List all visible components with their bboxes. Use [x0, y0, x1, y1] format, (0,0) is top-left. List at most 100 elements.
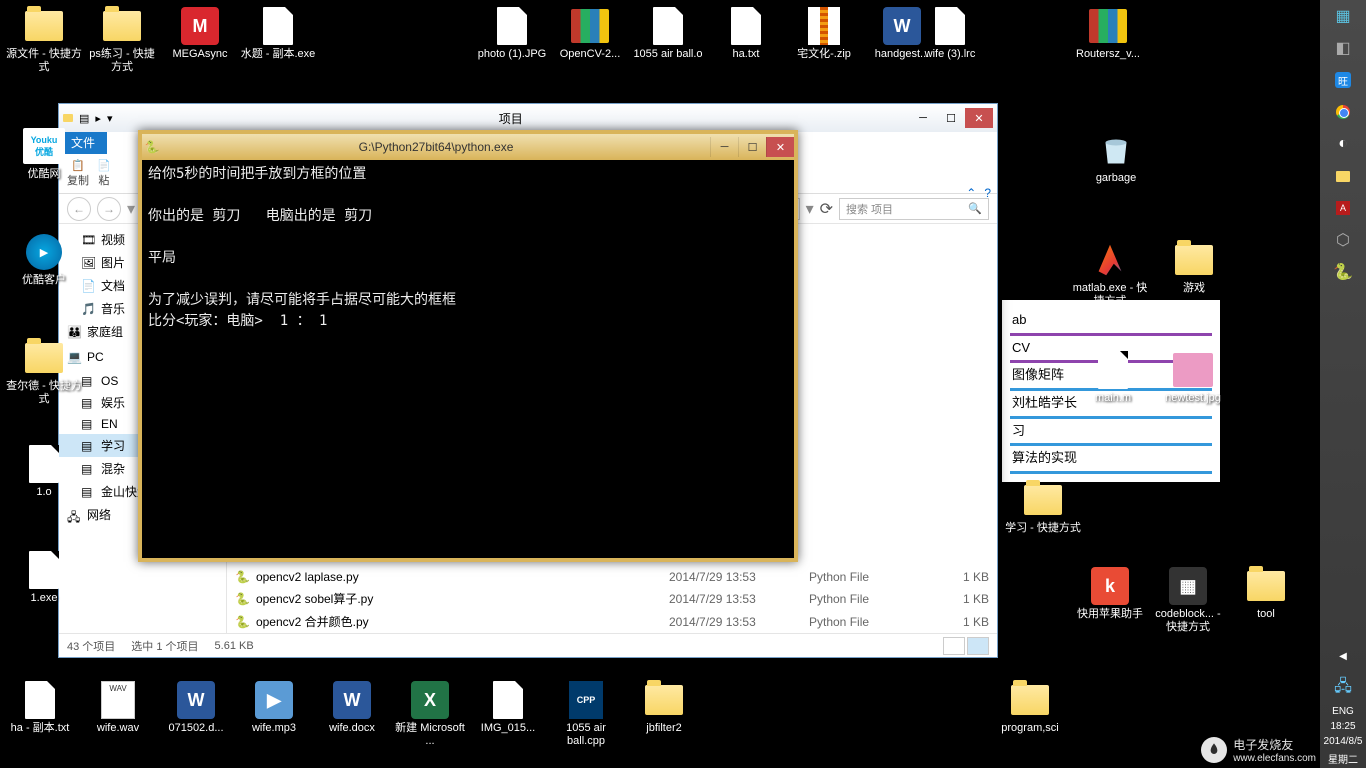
view-details-button[interactable]: [943, 637, 965, 655]
desktop-icon[interactable]: 源文件 - 快捷方式: [6, 6, 82, 74]
desktop-icon[interactable]: 水题 - 副本.exe: [240, 6, 316, 61]
tray-time[interactable]: 18:25: [1330, 719, 1355, 734]
explorer-statusbar: 43 个项目 选中 1 个项目 5.61 KB: [59, 633, 997, 657]
books-icon: [1089, 9, 1127, 43]
desktop-icon[interactable]: 查尔德 - 快捷方式: [6, 338, 82, 406]
tray-date[interactable]: 2014/8/5: [1324, 734, 1363, 749]
wav-icon: WAV: [101, 681, 135, 719]
folder-icon: [1011, 685, 1049, 715]
nav-history-dropdown[interactable]: ▾: [127, 199, 135, 219]
file-icon: [29, 551, 59, 589]
desktop-icon[interactable]: CPP1055 air ball.cpp: [548, 680, 624, 748]
tray-day[interactable]: 星期二: [1328, 749, 1358, 768]
help-icon[interactable]: ?: [984, 186, 991, 200]
folder-icon: [25, 343, 63, 373]
word-icon: W: [333, 681, 371, 719]
paste-icon: 📄: [97, 159, 111, 172]
desktop-icon-main-m[interactable]: main.m: [1075, 350, 1151, 405]
desktop-icon[interactable]: X新建 Microsoft ...: [392, 680, 468, 748]
taskbar-adobe[interactable]: A: [1320, 192, 1366, 224]
desktop-icon[interactable]: photo (1).JPG: [474, 6, 550, 61]
books-icon: [571, 9, 609, 43]
desktop-icon[interactable]: ▦codeblock... - 快捷方式: [1150, 566, 1226, 634]
folder-icon: [103, 11, 141, 41]
zip-icon: [808, 7, 840, 45]
console-output: 给你5秒的时间把手放到方框的位置 你出的是 剪刀 电脑出的是 剪刀 平局 为了减…: [142, 160, 794, 558]
desktop-icon[interactable]: W071502.d...: [158, 680, 234, 735]
desktop-icon[interactable]: ▶优酷客户: [6, 232, 82, 287]
tray-expand[interactable]: ◀: [1320, 640, 1366, 672]
taskbar-explorer[interactable]: [1320, 160, 1366, 192]
console-close-button[interactable]: ✕: [766, 137, 794, 157]
explorer-title: 项目: [112, 110, 909, 127]
desktop-icon[interactable]: OpenCV-2...: [552, 6, 628, 61]
file-icon: [731, 7, 761, 45]
console-titlebar[interactable]: 🐍 G:\Python27bit64\python.exe ─ ☐ ✕: [142, 134, 794, 160]
search-input[interactable]: 搜索 项目 🔍: [839, 198, 989, 220]
console-maximize-button[interactable]: ☐: [738, 137, 766, 157]
tray-network-icon[interactable]: 🖧: [1320, 672, 1366, 704]
desktop-icon[interactable]: ps练习 - 快捷方式: [84, 6, 160, 74]
refresh-button[interactable]: ⟳: [820, 199, 833, 219]
taskbar-app-2[interactable]: ◧: [1320, 32, 1366, 64]
desktop-icon[interactable]: MMEGAsync: [162, 6, 238, 61]
desktop-icon[interactable]: Youku优酷优酷网: [6, 126, 82, 181]
explorer-titlebar[interactable]: ▤ ▸ ▾ 项目 ─ ☐ ✕: [59, 104, 997, 132]
view-icons-button[interactable]: [967, 637, 989, 655]
desktop-icon[interactable]: tool: [1228, 566, 1304, 621]
desktop-icon-matlab[interactable]: matlab.exe - 快捷方式: [1072, 240, 1148, 308]
maximize-button[interactable]: ☐: [937, 108, 965, 128]
desktop-icon[interactable]: 1055 air ball.o: [630, 6, 706, 61]
desktop-icon[interactable]: ▶wife.mp3: [236, 680, 312, 735]
tray-language[interactable]: ENG: [1332, 704, 1354, 719]
address-dropdown-icon[interactable]: ▾: [806, 199, 814, 219]
desktop-icon[interactable]: 1.exe: [6, 550, 82, 605]
desktop-icon-games[interactable]: 游戏: [1156, 240, 1232, 295]
desktop-icon[interactable]: WAVwife.wav: [80, 680, 156, 735]
file-row[interactable]: 🐍opencv2 合并颜色.py2014/7/29 13:53Python Fi…: [227, 610, 997, 633]
close-button[interactable]: ✕: [965, 108, 993, 128]
nav-item-icon: ▤: [81, 439, 95, 453]
desktop-icon[interactable]: k快用苹果助手: [1072, 566, 1148, 621]
taskbar-app-5[interactable]: ◐: [1320, 128, 1366, 160]
taskbar-python[interactable]: 🐍: [1320, 256, 1366, 288]
taskbar-app-3[interactable]: 旺: [1320, 64, 1366, 96]
folder-icon: [1336, 171, 1350, 182]
qat-props-icon[interactable]: ▤: [79, 112, 89, 125]
word-icon: W: [177, 681, 215, 719]
desktop-icon-garbage[interactable]: garbage: [1078, 130, 1154, 185]
desktop-icon[interactable]: Whandgest...: [864, 6, 940, 61]
console-minimize-button[interactable]: ─: [710, 137, 738, 157]
qat-new-icon[interactable]: ▸: [95, 112, 101, 125]
desktop-icon[interactable]: Wwife.docx: [314, 680, 390, 735]
desktop-icon[interactable]: 宅文化-.zip: [786, 6, 862, 61]
file-icon: [25, 681, 55, 719]
ribbon-collapse-icon[interactable]: ⌃: [966, 186, 976, 200]
desktop-icon[interactable]: ha - 副本.txt: [2, 680, 78, 735]
nav-forward-button[interactable]: →: [97, 197, 121, 221]
desktop-icon[interactable]: Routersz_v...: [1070, 6, 1146, 61]
folder-icon: [1247, 571, 1285, 601]
desktop-icon[interactable]: program,sci: [992, 680, 1068, 735]
nav-item-icon: 📄: [81, 279, 95, 293]
file-icon: [497, 7, 527, 45]
ribbon-paste-button[interactable]: 📄 粘: [97, 159, 111, 188]
desktop-icon[interactable]: ha.txt: [708, 6, 784, 61]
minimize-button[interactable]: ─: [909, 108, 937, 128]
folder-icon: [63, 114, 73, 122]
desktop-icon[interactable]: 1.o: [6, 444, 82, 499]
taskbar-app-1[interactable]: ▦: [1320, 0, 1366, 32]
file-row[interactable]: 🐍opencv2 laplase.py2014/7/29 13:53Python…: [227, 567, 997, 587]
folder-icon: [1024, 485, 1062, 515]
desktop-icon-study-shortcut[interactable]: 学习 - 快捷方式: [1005, 480, 1081, 535]
desktop-icon-newtest-jpg[interactable]: newtest.jpg: [1155, 350, 1231, 405]
nav-back-button[interactable]: ←: [67, 197, 91, 221]
nav-item-icon: 🖧: [67, 508, 81, 522]
taskbar-chrome[interactable]: [1320, 96, 1366, 128]
taskbar-app-8[interactable]: ⬡: [1320, 224, 1366, 256]
nav-item-icon: ▤: [81, 374, 95, 388]
folder-icon: [645, 685, 683, 715]
file-row[interactable]: 🐍opencv2 sobel算子.py2014/7/29 13:53Python…: [227, 587, 997, 610]
desktop-icon[interactable]: jbfilter2: [626, 680, 702, 735]
desktop-icon[interactable]: IMG_015...: [470, 680, 546, 735]
